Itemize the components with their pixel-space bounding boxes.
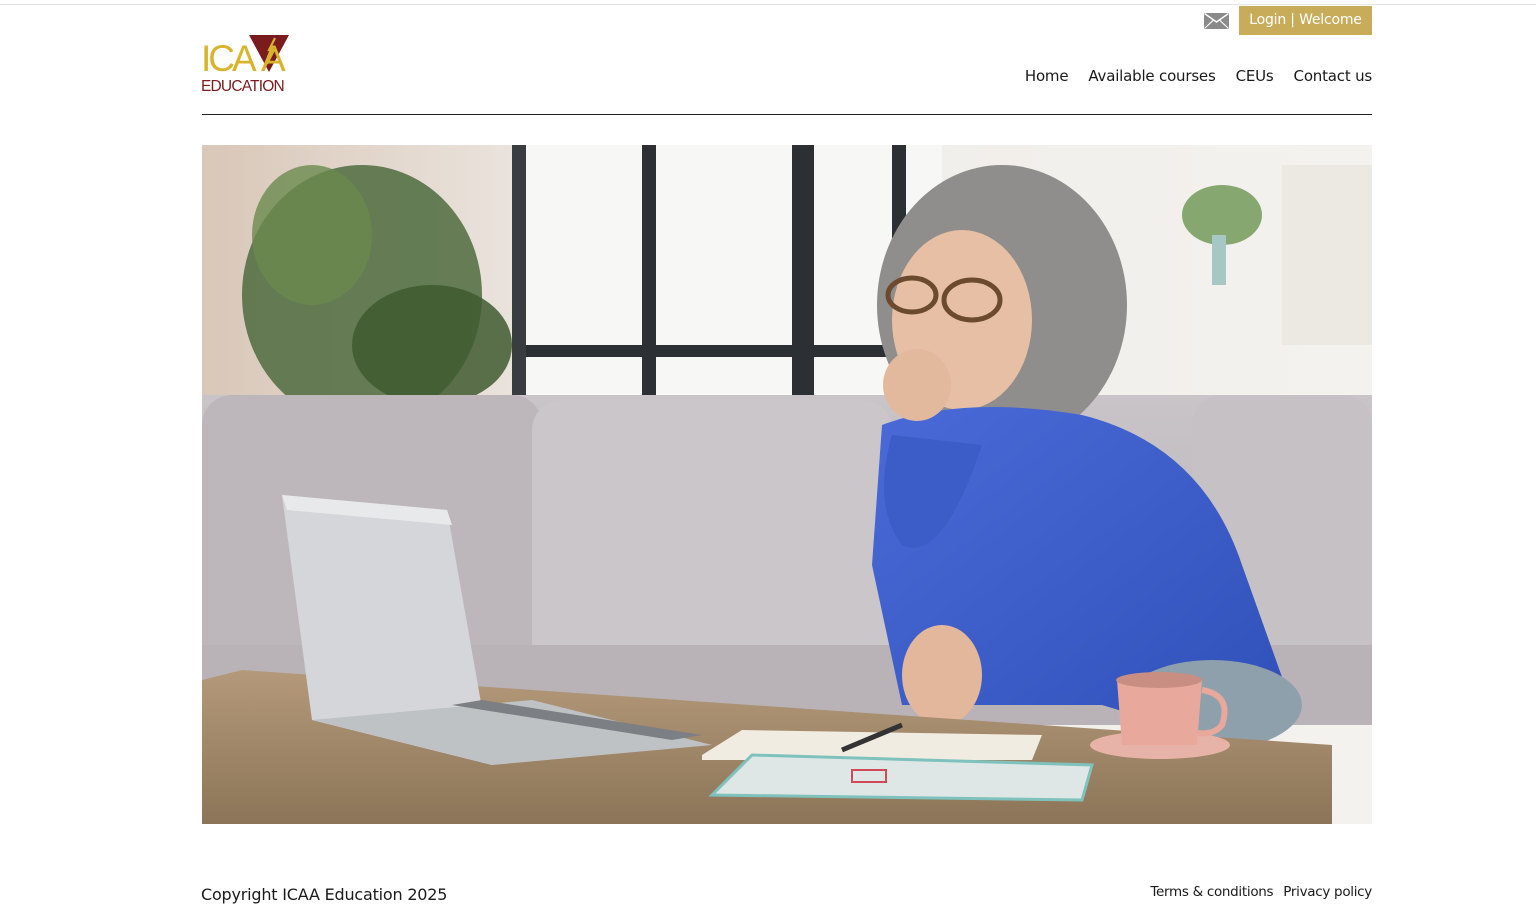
top-rule (0, 4, 1536, 5)
nav-item-ceus[interactable]: CEUs (1236, 67, 1274, 85)
privacy-link[interactable]: Privacy policy (1283, 884, 1372, 900)
logo-wordmark: ICA A (201, 38, 286, 79)
envelope-icon[interactable] (1204, 12, 1229, 29)
login-button[interactable]: Login | Welcome (1239, 6, 1372, 35)
nav-item-home[interactable]: Home (1025, 67, 1069, 85)
header-divider (202, 114, 1372, 115)
copyright-text: Copyright ICAA Education 2025 (201, 885, 448, 904)
nav-item-available-courses[interactable]: Available courses (1088, 67, 1215, 85)
main-nav: Home Available courses CEUs Contact us (1025, 67, 1372, 85)
terms-link[interactable]: Terms & conditions (1150, 884, 1273, 900)
nav-item-contact-us[interactable]: Contact us (1294, 67, 1373, 85)
footer-links: Terms & conditions Privacy policy (1150, 884, 1372, 900)
hero-image (202, 145, 1372, 824)
logo[interactable]: ICA A EDUCATION (201, 34, 305, 96)
utility-bar: Login | Welcome (1204, 6, 1372, 35)
logo-subtext: EDUCATION (201, 78, 285, 95)
